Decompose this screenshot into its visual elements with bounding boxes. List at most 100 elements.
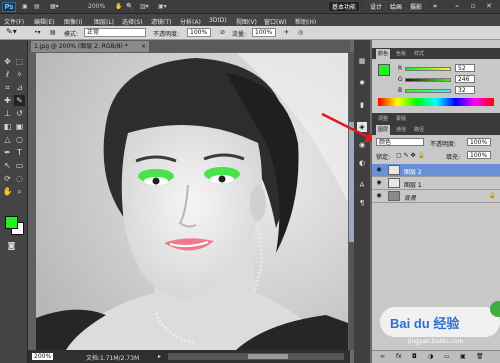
character-panel-icon[interactable]: A — [357, 180, 367, 190]
tab-swatches[interactable]: 色板 — [394, 49, 408, 59]
delete-layer-icon[interactable]: 🗑 — [476, 353, 484, 360]
menu-analysis[interactable]: 分析(A) — [180, 17, 201, 26]
layer-style-icon[interactable]: fx — [396, 353, 402, 360]
hand-tool-icon-box[interactable]: ✋ — [2, 186, 13, 197]
lasso-tool-icon[interactable]: ℓ — [2, 69, 13, 80]
menu-3d[interactable]: 3D(D) — [209, 17, 227, 24]
document-tab[interactable]: 1.jpg @ 200% (图层 2, RGB/8) * × — [31, 41, 149, 52]
restore-icon[interactable]: ▫ — [468, 2, 478, 11]
menu-file[interactable]: 文件(F) — [4, 17, 24, 26]
workspace-essentials[interactable]: 基本功能 — [328, 1, 361, 12]
eye-icon[interactable]: ◉ — [375, 192, 383, 200]
blend-mode-select[interactable]: 颜色 — [376, 138, 424, 146]
horizontal-scroll-thumb[interactable] — [248, 354, 288, 359]
r-slider[interactable] — [405, 67, 451, 71]
menu-filter[interactable]: 滤镜(T) — [151, 17, 171, 26]
eyedropper-tool-icon[interactable]: ⊿ — [14, 82, 25, 93]
histogram-panel-icon[interactable]: ▮ — [357, 100, 367, 110]
eye-icon[interactable]: ◉ — [375, 179, 383, 187]
navigator-panel-icon[interactable]: ✹ — [357, 78, 367, 88]
adjustment-layer-icon[interactable]: ◑ — [428, 353, 433, 360]
foreground-color-swatch[interactable] — [5, 216, 18, 229]
tab-adjustments[interactable]: 调整 — [376, 114, 390, 124]
minibridge-icon[interactable]: ▤ — [34, 3, 40, 10]
opacity-field[interactable]: 100% — [187, 28, 211, 37]
hand-tool-icon[interactable]: ✋ — [115, 3, 122, 10]
history-brush-tool-icon[interactable]: ↺ — [14, 108, 25, 119]
tab-layers[interactable]: 图层 — [376, 125, 391, 135]
fill-field[interactable]: 100% — [467, 151, 491, 159]
mode-select[interactable]: 正常 — [84, 28, 146, 37]
blur-tool-icon[interactable]: △ — [2, 134, 13, 145]
more-workspaces-icon[interactable]: » — [430, 2, 440, 11]
layer-name[interactable]: 背景 — [404, 193, 416, 202]
menu-view[interactable]: 视图(V) — [236, 17, 257, 26]
layer-opacity-field[interactable]: 100% — [467, 138, 491, 146]
3d-orbit-tool-icon[interactable]: ◌ — [14, 173, 25, 184]
layer-row-layer2[interactable]: ◉ 图层 2 — [372, 164, 500, 177]
paths-panel-icon[interactable]: ◐ — [357, 158, 367, 168]
quick-mask-icon[interactable]: ◙ — [6, 240, 17, 251]
eye-icon[interactable]: ◉ — [375, 166, 383, 174]
healing-tool-icon[interactable]: ✚ — [2, 95, 13, 106]
gradient-tool-icon[interactable]: ▣ — [14, 121, 25, 132]
crop-tool-icon[interactable]: ⌗ — [2, 82, 13, 93]
new-layer-icon[interactable]: ▣ — [460, 353, 466, 360]
menu-layer[interactable]: 图层(L) — [94, 17, 114, 26]
pen-tool-icon[interactable]: ✒ — [2, 147, 13, 158]
menu-edit[interactable]: 编辑(E) — [34, 17, 54, 26]
r-value[interactable]: 52 — [455, 64, 475, 72]
tab-channels[interactable]: 通道 — [394, 125, 408, 135]
add-mask-icon[interactable]: ◘ — [412, 353, 417, 360]
marquee-tool-icon[interactable]: ⬚ — [14, 56, 25, 67]
layer-name[interactable]: 图层 1 — [404, 180, 422, 189]
brush-size-icon[interactable]: •▾ — [34, 29, 41, 36]
workspace-design[interactable]: 设计 — [366, 1, 387, 12]
g-value[interactable]: 246 — [455, 75, 475, 83]
close-icon[interactable]: ✕ — [484, 2, 494, 11]
status-zoom[interactable]: 200% — [32, 353, 54, 360]
g-slider[interactable] — [405, 78, 451, 82]
link-layers-icon[interactable]: ∞ — [380, 353, 385, 360]
tab-masks[interactable]: 蒙版 — [394, 114, 408, 124]
tab-color[interactable]: 颜色 — [376, 49, 391, 59]
arrange-documents-icon[interactable]: ▥▾ — [140, 3, 149, 10]
path-select-tool-icon[interactable]: ↖ — [2, 160, 13, 171]
b-value[interactable]: 32 — [455, 86, 475, 94]
history-panel-icon[interactable]: ▦ — [357, 56, 367, 66]
tab-styles[interactable]: 样式 — [412, 49, 426, 59]
pressure-size-icon[interactable]: ◎ — [298, 29, 303, 36]
airbrush-icon[interactable]: ✈ — [284, 29, 289, 36]
brush-tool-icon[interactable]: ✎ — [14, 95, 25, 106]
shape-tool-icon[interactable]: ▭ — [14, 160, 25, 171]
menu-help[interactable]: 帮助(H) — [295, 17, 316, 26]
brush-panel-icon[interactable]: ▤ — [50, 29, 56, 36]
type-tool-icon[interactable]: T — [14, 147, 25, 158]
zoom-tool-icon[interactable]: 🔍 — [126, 3, 133, 10]
zoom-tool-icon-box[interactable]: ⌕ — [14, 186, 25, 197]
horizontal-scrollbar[interactable] — [168, 353, 344, 360]
pressure-opacity-icon[interactable]: ⊘ — [220, 29, 225, 36]
view-extras-icon[interactable]: ▦▾ — [50, 3, 59, 10]
workspace-photography[interactable]: 摄影 — [406, 1, 427, 12]
tab-paths[interactable]: 路径 — [412, 125, 426, 135]
quick-select-tool-icon[interactable]: ✧ — [14, 69, 25, 80]
minimize-icon[interactable]: – — [452, 2, 462, 11]
new-group-icon[interactable]: ▭ — [444, 353, 450, 360]
eraser-tool-icon[interactable]: ◧ — [2, 121, 13, 132]
paragraph-panel-icon[interactable]: ¶ — [357, 198, 367, 208]
layer-name[interactable]: 图层 2 — [404, 167, 422, 176]
3d-rotate-tool-icon[interactable]: ⟳ — [2, 173, 13, 184]
zoom-level[interactable]: 200% — [88, 3, 105, 10]
menu-select[interactable]: 选择(S) — [122, 17, 143, 26]
move-tool-icon[interactable]: ✥ — [2, 56, 13, 67]
color-panel-foreground[interactable] — [378, 64, 390, 76]
layer-row-layer1[interactable]: ◉ 图层 1 — [372, 177, 500, 190]
menu-window[interactable]: 窗口(W) — [264, 17, 287, 26]
flow-field[interactable]: 100% — [252, 28, 276, 37]
status-menu-icon[interactable]: ▸ — [158, 353, 161, 360]
close-document-icon[interactable]: × — [141, 41, 146, 52]
bridge-icon[interactable]: ▣ — [22, 3, 28, 10]
lock-icons[interactable]: ▢ ✎ ✥ 🔒 — [396, 152, 425, 159]
workspace-painting[interactable]: 绘画 — [386, 1, 407, 12]
